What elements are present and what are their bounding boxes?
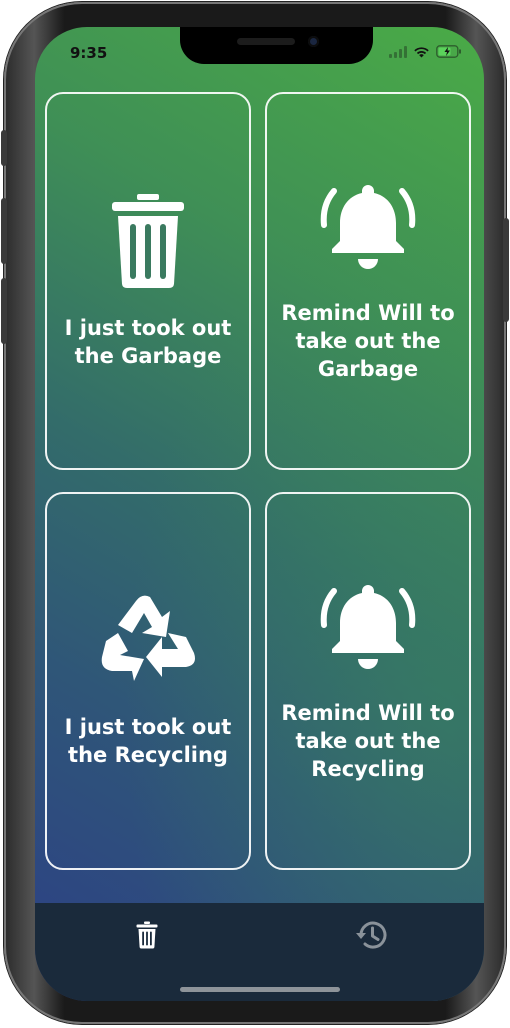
history-icon xyxy=(356,921,387,949)
mute-switch xyxy=(1,130,7,166)
remind-garbage-label: Remind Will to take out the Garbage xyxy=(281,301,455,381)
remind-garbage-button[interactable]: Remind Will to take out the Garbage xyxy=(265,92,471,470)
battery-charging-icon xyxy=(436,45,461,58)
home-indicator[interactable] xyxy=(180,987,340,992)
notch xyxy=(180,27,373,64)
remind-recycling-button[interactable]: Remind Will to take out the Recycling xyxy=(265,492,471,870)
wifi-icon xyxy=(414,46,429,57)
recycle-icon xyxy=(101,595,195,681)
volume-up-button xyxy=(1,198,7,264)
status-time: 9:35 xyxy=(70,44,108,62)
trash-can-icon xyxy=(112,194,184,288)
tab-garbage[interactable] xyxy=(127,917,167,953)
earpiece-speaker xyxy=(237,38,295,45)
took-out-garbage-label: I just took out the Garbage xyxy=(64,316,232,368)
took-out-recycling-label: I just took out the Recycling xyxy=(64,715,232,767)
app-screen: 9:35 I just took out the Garbage Remind … xyxy=(35,27,484,1001)
status-icons xyxy=(389,45,462,58)
trash-can-icon xyxy=(136,921,158,949)
volume-down-button xyxy=(1,278,7,344)
cellular-signal-icon xyxy=(389,45,407,58)
tab-history[interactable] xyxy=(351,917,391,953)
remind-recycling-label: Remind Will to take out the Recycling xyxy=(281,701,455,781)
power-button xyxy=(503,218,509,322)
took-out-recycling-button[interactable]: I just took out the Recycling xyxy=(45,492,251,870)
phone-frame: 9:35 I just took out the Garbage Remind … xyxy=(1,2,509,1024)
bell-ringing-icon xyxy=(320,185,416,269)
took-out-garbage-button[interactable]: I just took out the Garbage xyxy=(45,92,251,470)
bell-ringing-icon xyxy=(320,585,416,669)
front-camera xyxy=(308,36,319,47)
